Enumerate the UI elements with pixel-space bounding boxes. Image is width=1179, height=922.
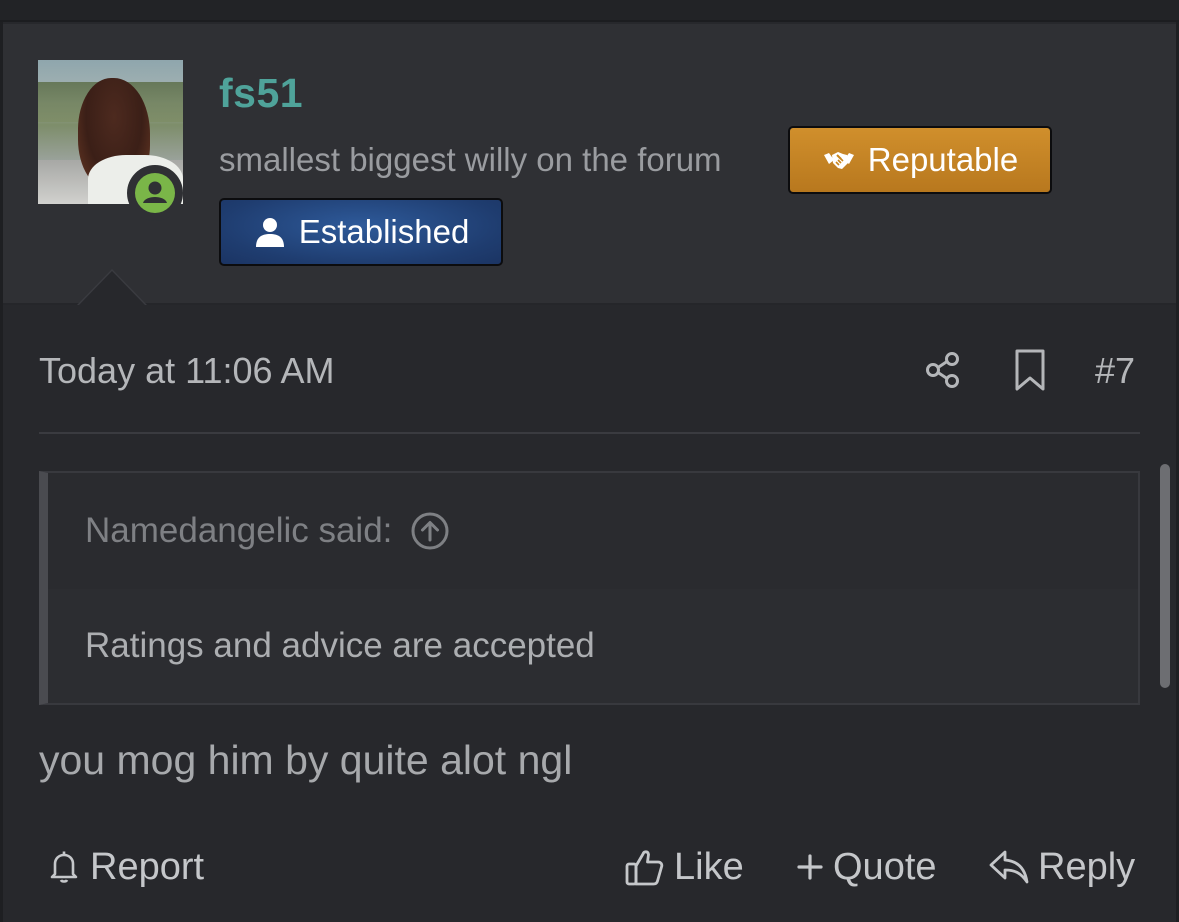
post-date[interactable]: Today at 11:06 AM — [39, 350, 335, 392]
quote-button[interactable]: Quote — [795, 842, 937, 892]
banner-established: Established — [219, 198, 503, 266]
quote-header: Namedangelic said: — [48, 473, 1138, 589]
banner-reputable-label: Reputable — [867, 141, 1019, 178]
share-button[interactable] — [921, 348, 965, 392]
handshake-icon — [823, 152, 854, 169]
quote-text: Ratings and advice are accepted — [85, 626, 595, 665]
bell-icon — [50, 851, 78, 883]
quote-block: Namedangelic said: Ratings and advice ar… — [39, 471, 1140, 705]
like-label: Like — [674, 845, 744, 888]
online-status-badge — [127, 165, 183, 221]
top-strip — [0, 0, 1179, 22]
scrollbar[interactable] — [1160, 464, 1170, 688]
thumbs-up-icon — [625, 850, 664, 886]
arrow-up-circle-icon — [411, 512, 449, 550]
username[interactable]: fs51 — [219, 70, 303, 117]
like-button[interactable]: Like — [624, 842, 744, 892]
quote-label: Quote — [833, 845, 937, 888]
report-label: Report — [90, 845, 205, 888]
reply-label: Reply — [1038, 845, 1136, 888]
quote-author[interactable]: Namedangelic said: — [85, 511, 392, 551]
banner-established-label: Established — [298, 213, 470, 250]
share-icon — [926, 352, 959, 388]
post-header-divider — [39, 432, 1140, 434]
header-arrow — [79, 271, 145, 305]
post-number-link[interactable]: #7 — [1095, 350, 1135, 392]
banner-reputable: Reputable — [788, 126, 1052, 194]
reply-arrow-icon — [989, 850, 1029, 884]
quote-jump-button[interactable] — [410, 511, 450, 551]
report-button[interactable]: Report — [46, 842, 204, 892]
plus-icon — [797, 854, 823, 880]
user-title: smallest biggest willy on the forum — [219, 141, 722, 178]
reply-button[interactable]: Reply — [988, 842, 1135, 892]
bookmark-button[interactable] — [1008, 348, 1052, 392]
user-icon — [255, 218, 284, 247]
post-body: you mog him by quite alot ngl — [39, 737, 573, 783]
online-user-icon — [135, 173, 175, 213]
bookmark-icon — [1015, 349, 1045, 391]
